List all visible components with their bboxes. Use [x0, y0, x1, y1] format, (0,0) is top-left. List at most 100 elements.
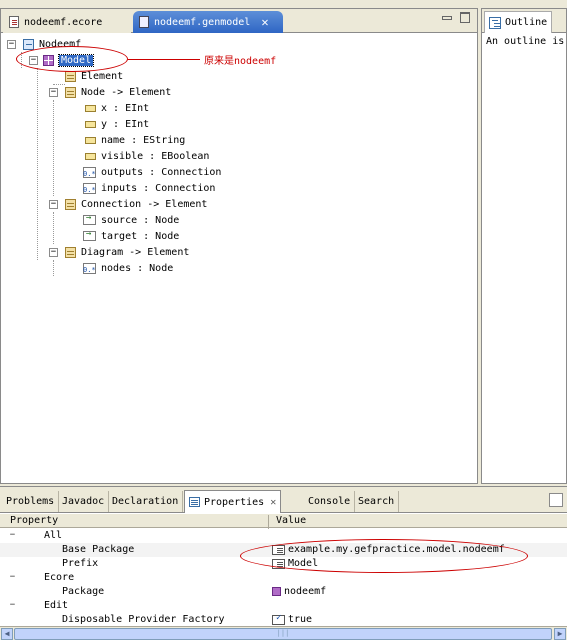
property-value[interactable]: true — [272, 613, 313, 625]
tab-declaration[interactable]: Declaration — [108, 491, 184, 512]
property-category: Edit — [44, 600, 69, 611]
genmodel-editor: nodeemf.ecore nodeemf.genmodel ✕ − Nodee… — [0, 8, 478, 484]
tree-guide — [37, 68, 38, 260]
class-icon — [65, 246, 76, 258]
tab-label: Console — [308, 496, 351, 507]
properties-icon — [189, 497, 200, 507]
value-text: true — [288, 614, 313, 625]
tree-label: name : EString — [101, 134, 186, 146]
scroll-right-icon[interactable]: ▶ — [554, 628, 566, 640]
minimize-button[interactable] — [441, 12, 453, 23]
tab-label: nodeemf.genmodel — [154, 16, 251, 28]
table-row[interactable]: − All — [0, 529, 567, 543]
boolean-value-icon — [272, 613, 285, 625]
property-name: Package — [62, 586, 105, 597]
outline-icon — [489, 16, 501, 29]
tree-item[interactable]: Diagram -> Element — [65, 245, 189, 259]
editor-window-controls — [441, 12, 471, 23]
tab-label: Declaration — [112, 496, 179, 507]
table-row[interactable]: Disposable Provider Factory true — [0, 613, 567, 627]
tree-item[interactable]: y : EInt — [85, 117, 149, 131]
tree-label: y : EInt — [101, 118, 150, 130]
tree-label: nodes : Node — [101, 262, 174, 274]
attribute-icon — [85, 137, 96, 144]
tab-label: Outline — [505, 17, 548, 28]
tree-label: visible : EBoolean — [101, 150, 210, 162]
tree-label: outputs : Connection — [101, 166, 222, 178]
tab-label: Properties — [204, 496, 265, 508]
annotation-note: 原来是nodeemf — [204, 56, 277, 67]
tab-label: Problems — [6, 496, 55, 507]
tree-label: inputs : Connection — [101, 182, 216, 194]
tree-item[interactable]: outputs : Connection — [83, 165, 221, 179]
properties-header: Property Value — [0, 514, 567, 529]
scroll-left-icon[interactable]: ◀ — [1, 628, 13, 640]
annotation-ellipse — [16, 46, 128, 72]
tab-outline[interactable]: Outline — [484, 11, 553, 33]
tree-label: source : Node — [101, 214, 180, 226]
genmodel-icon — [23, 38, 34, 50]
bottom-tab-bar: Problems Javadoc Declaration Properties … — [0, 487, 567, 513]
property-name: Disposable Provider Factory — [62, 614, 225, 625]
column-divider[interactable] — [268, 515, 269, 529]
ecore-file-icon — [9, 16, 19, 28]
tab-search[interactable]: Search — [354, 491, 400, 512]
tree-item[interactable]: inputs : Connection — [83, 181, 215, 195]
tree-guide — [53, 84, 65, 85]
column-header-property: Property — [10, 515, 59, 526]
reference-icon — [83, 229, 96, 241]
tree-item[interactable]: Node -> Element — [65, 85, 171, 99]
tab-label: Search — [358, 496, 395, 507]
tab-label: Javadoc — [62, 496, 105, 507]
table-row[interactable]: − Edit — [0, 599, 567, 613]
tree-item[interactable]: name : EString — [85, 133, 185, 147]
collapse-toggle[interactable]: − — [49, 248, 58, 257]
tab-nodeemf-ecore[interactable]: nodeemf.ecore — [3, 11, 131, 33]
collapse-toggle[interactable]: − — [8, 531, 17, 540]
outline-message: An outline is — [486, 36, 565, 47]
tab-console[interactable]: Console — [304, 491, 356, 512]
tab-javadoc[interactable]: Javadoc — [58, 491, 110, 512]
tree-label: Element — [81, 70, 124, 82]
tab-nodeemf-genmodel[interactable]: nodeemf.genmodel ✕ — [133, 11, 283, 33]
property-name: Base Package — [62, 544, 135, 555]
property-value[interactable]: nodeemf — [272, 586, 326, 597]
tree-guide — [53, 212, 54, 244]
property-category: All — [44, 530, 63, 541]
package-icon — [272, 587, 281, 596]
tab-properties[interactable]: Properties ✕ — [184, 490, 282, 513]
table-row[interactable]: Package nodeemf — [0, 585, 567, 599]
collapse-toggle[interactable]: − — [8, 601, 17, 610]
class-icon — [65, 70, 76, 82]
reference-many-icon — [83, 262, 96, 274]
tree-item[interactable]: x : EInt — [85, 101, 149, 115]
maximize-button[interactable] — [459, 12, 471, 23]
attribute-icon — [85, 105, 96, 112]
view-menu-button[interactable] — [549, 493, 563, 507]
reference-many-icon — [83, 166, 96, 178]
genmodel-file-icon — [139, 16, 149, 28]
tree-label: target : Node — [101, 230, 180, 242]
tree-item[interactable]: source : Node — [83, 213, 179, 227]
tree-item[interactable]: Connection -> Element — [65, 197, 207, 211]
tree-item[interactable]: visible : EBoolean — [85, 149, 209, 163]
column-header-value: Value — [276, 515, 307, 526]
editor-tab-bar: nodeemf.ecore nodeemf.genmodel ✕ — [1, 9, 477, 33]
tree-label: Node -> Element — [81, 86, 172, 98]
attribute-icon — [85, 121, 96, 128]
genmodel-tree: − Nodeemf − Model Element − Node -> Elem… — [7, 37, 473, 479]
tree-item[interactable]: nodes : Node — [83, 261, 173, 275]
table-row[interactable]: − Ecore — [0, 571, 567, 585]
tree-item[interactable]: target : Node — [83, 229, 179, 243]
scrollbar-thumb[interactable] — [14, 628, 552, 640]
collapse-toggle[interactable]: − — [49, 200, 58, 209]
collapse-toggle[interactable]: − — [49, 88, 58, 97]
reference-many-icon — [83, 182, 96, 194]
close-icon[interactable]: ✕ — [261, 15, 268, 29]
horizontal-scrollbar[interactable]: ◀ ▶ — [0, 626, 567, 640]
collapse-toggle[interactable]: − — [7, 40, 16, 49]
collapse-toggle[interactable]: − — [8, 573, 17, 582]
close-icon[interactable]: ✕ — [270, 497, 276, 508]
outline-tab-bar: Outline — [482, 9, 566, 33]
tab-problems[interactable]: Problems — [2, 491, 60, 512]
